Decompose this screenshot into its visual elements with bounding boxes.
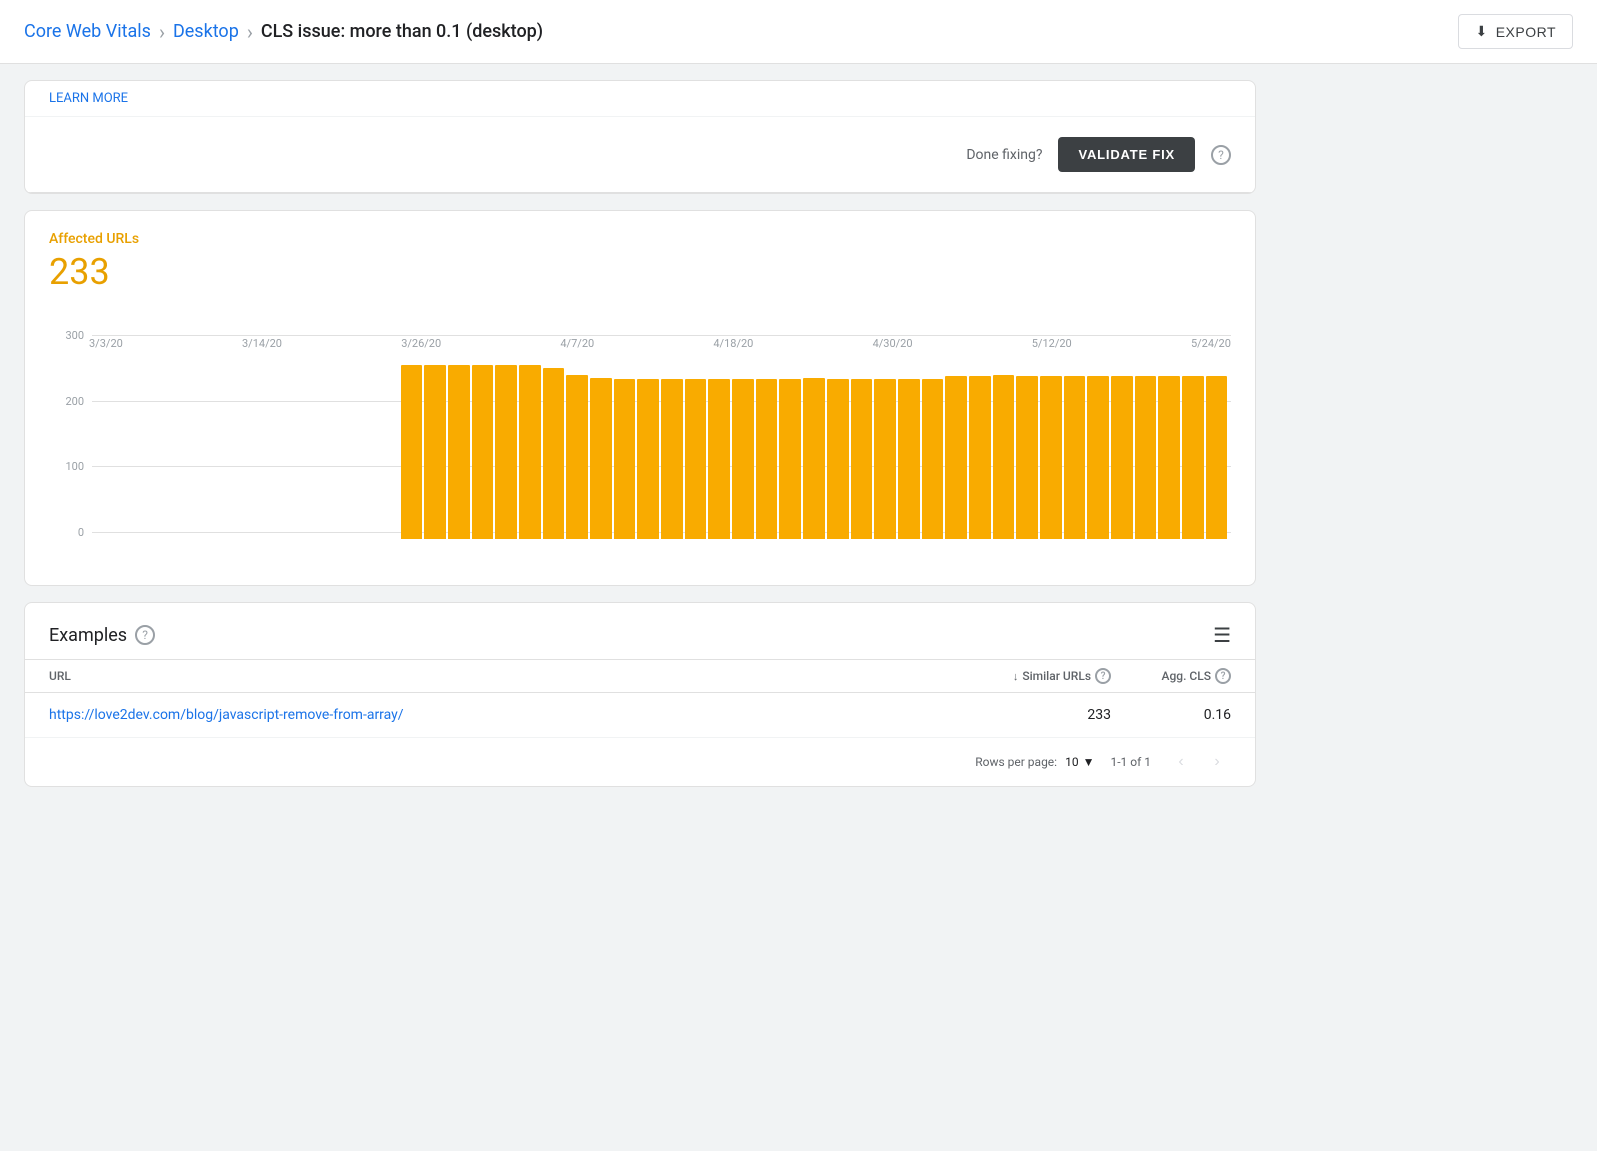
learn-more-link[interactable]: LEARN MORE [49, 91, 128, 106]
cell-agg-cls: 0.16 [1111, 707, 1231, 723]
col-similar-label: Similar URLs [1022, 669, 1091, 683]
breadcrumb-sep-1: › [159, 20, 165, 44]
bar-20 [566, 375, 588, 539]
bar-40 [1040, 376, 1062, 539]
prev-page-button[interactable]: ‹ [1167, 748, 1195, 776]
bar-25 [685, 379, 707, 539]
chart-area: 300 200 100 0 [89, 329, 1231, 569]
col-header-agg: Agg. CLS ? [1111, 668, 1231, 684]
bar-32 [851, 379, 873, 539]
affected-urls-count: 233 [49, 251, 1231, 293]
bar-30 [803, 378, 825, 539]
chart-container: 300 200 100 0 [25, 309, 1255, 569]
bar-38 [993, 375, 1015, 540]
bar-29 [779, 379, 801, 539]
rows-per-page-value: 10 [1065, 755, 1079, 769]
next-page-button[interactable]: › [1203, 748, 1231, 776]
export-label: EXPORT [1496, 24, 1556, 40]
validate-section: Done fixing? VALIDATE FIX ? [25, 117, 1255, 193]
examples-header: Examples ? ☰ [25, 603, 1255, 659]
cell-url[interactable]: https://love2dev.com/blog/javascript-rem… [49, 707, 951, 723]
breadcrumb-item-2[interactable]: Desktop [173, 21, 239, 42]
breadcrumb-sep-2: › [247, 20, 253, 44]
bar-45 [1158, 376, 1180, 539]
col-agg-label: Agg. CLS [1162, 669, 1211, 683]
rpp-chevron-icon: ▼ [1083, 755, 1095, 769]
affected-urls-section: Affected URLs 233 [25, 211, 1255, 293]
y-label-100: 100 [49, 460, 84, 473]
table-row[interactable]: https://love2dev.com/blog/javascript-rem… [25, 693, 1255, 738]
breadcrumb: Core Web Vitals › Desktop › CLS issue: m… [24, 20, 543, 44]
bar-17 [495, 365, 517, 539]
examples-help-icon[interactable]: ? [135, 625, 155, 645]
rows-per-page-label: Rows per page: [975, 755, 1057, 769]
bar-13 [401, 365, 423, 539]
bar-14 [424, 365, 446, 539]
page-info: 1-1 of 1 [1110, 755, 1151, 769]
bar-34 [898, 379, 920, 539]
bar-19 [543, 368, 565, 539]
bar-26 [708, 379, 730, 539]
bar-23 [637, 379, 659, 539]
bar-31 [827, 379, 849, 539]
affected-urls-card: Affected URLs 233 300 200 100 [24, 210, 1256, 586]
col-header-url: URL [49, 669, 951, 683]
y-label-300: 300 [49, 329, 84, 342]
bar-24 [661, 379, 683, 539]
bar-28 [756, 379, 778, 539]
bars-area [89, 329, 1231, 539]
bar-47 [1206, 376, 1228, 539]
bar-39 [1016, 376, 1038, 539]
agg-help-icon[interactable]: ? [1215, 668, 1231, 684]
examples-table-body: https://love2dev.com/blog/javascript-rem… [25, 693, 1255, 738]
breadcrumb-item-3: CLS issue: more than 0.1 (desktop) [261, 21, 543, 42]
examples-card: Examples ? ☰ URL ↓ Similar URLs ? Agg. C… [24, 602, 1256, 787]
validate-fix-button[interactable]: VALIDATE FIX [1058, 137, 1195, 172]
y-label-0: 0 [49, 526, 84, 539]
main-content: LEARN MORE Done fixing? VALIDATE FIX ? A… [0, 64, 1280, 819]
header: Core Web Vitals › Desktop › CLS issue: m… [0, 0, 1597, 64]
rows-per-page: Rows per page: 10 ▼ [975, 755, 1094, 769]
bar-18 [519, 365, 541, 539]
bar-33 [874, 379, 896, 539]
affected-urls-label: Affected URLs [49, 231, 1231, 247]
cell-similar-count: 233 [951, 707, 1111, 723]
bar-16 [472, 365, 494, 539]
page-nav: ‹ › [1167, 748, 1231, 776]
bar-46 [1182, 376, 1204, 539]
bar-21 [590, 378, 612, 539]
done-fixing-label: Done fixing? [966, 147, 1042, 163]
examples-title-group: Examples ? [49, 625, 155, 646]
bar-35 [922, 379, 944, 539]
export-button[interactable]: ⬇ EXPORT [1458, 14, 1573, 49]
bar-41 [1064, 376, 1086, 539]
pagination: Rows per page: 10 ▼ 1-1 of 1 ‹ › [25, 738, 1255, 786]
bar-42 [1087, 376, 1109, 539]
filter-icon[interactable]: ☰ [1213, 623, 1231, 647]
bar-44 [1135, 376, 1157, 539]
bar-43 [1111, 376, 1133, 539]
similar-help-icon[interactable]: ? [1095, 668, 1111, 684]
col-header-similar[interactable]: ↓ Similar URLs ? [951, 668, 1111, 684]
y-label-200: 200 [49, 395, 84, 408]
table-header: URL ↓ Similar URLs ? Agg. CLS ? [25, 659, 1255, 693]
validate-help-icon[interactable]: ? [1211, 145, 1231, 165]
rows-per-page-select[interactable]: 10 ▼ [1065, 755, 1094, 769]
bar-22 [614, 379, 636, 539]
bar-37 [969, 376, 991, 539]
bar-36 [945, 376, 967, 539]
examples-title: Examples [49, 625, 127, 646]
bar-27 [732, 379, 754, 539]
breadcrumb-item-1[interactable]: Core Web Vitals [24, 21, 151, 42]
export-icon: ⬇ [1475, 23, 1487, 40]
sort-down-icon: ↓ [1013, 670, 1019, 683]
validate-card: LEARN MORE Done fixing? VALIDATE FIX ? [24, 80, 1256, 194]
bar-15 [448, 365, 470, 539]
